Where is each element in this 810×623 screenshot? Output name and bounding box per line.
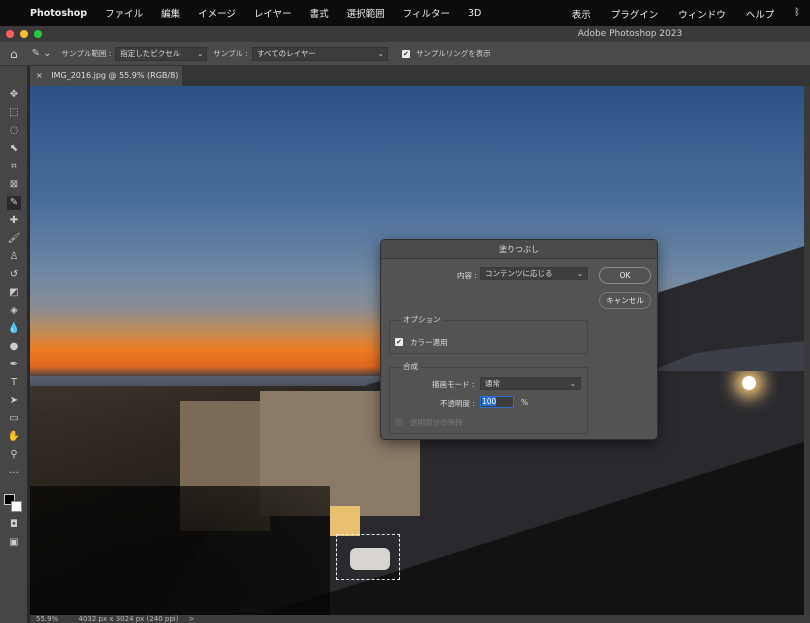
screen-mode-icon[interactable]: ▣ [7, 536, 21, 550]
menu-filter[interactable]: フィルター [403, 6, 450, 20]
chevron-down-icon: ⌄ [569, 379, 576, 388]
sample-range-label: サンプル範囲 : [61, 49, 112, 58]
status-menu-arrow[interactable]: > [189, 615, 195, 623]
contents-select[interactable]: コンテンツに応じる ⌄ [480, 267, 588, 280]
show-ring-checkbox[interactable]: ✔ [401, 49, 410, 58]
menu-select[interactable]: 選択範囲 [347, 6, 385, 20]
city-lights [742, 376, 756, 390]
options-group-label: オプション [401, 314, 443, 325]
zoom-tool-icon[interactable]: ⚲ [7, 448, 21, 462]
blur-tool-icon[interactable]: 💧 [7, 322, 21, 336]
path-selection-tool-icon[interactable]: ➤ [7, 394, 21, 408]
crop-tool-icon[interactable]: ⌗ [7, 160, 21, 174]
document-dimensions: 4032 px x 3024 px (240 ppi) [78, 615, 179, 623]
chevron-down-icon: ⌄ [377, 48, 384, 58]
menu-layer[interactable]: レイヤー [254, 6, 292, 20]
brush-tool-icon[interactable]: 🖌 [7, 232, 21, 246]
sample-range-value: 指定したピクセル [120, 48, 181, 58]
eyedropper-tool-icon[interactable]: ✎ [7, 196, 21, 210]
window-titlebar: Adobe Photoshop 2023 [0, 26, 810, 42]
zoom-level[interactable]: 55.9% [36, 615, 58, 623]
menu-window[interactable]: ウィンドウ [678, 7, 726, 21]
marquee-tool-icon[interactable]: ⬚ [7, 106, 21, 120]
selected-car [350, 548, 390, 570]
menu-image[interactable]: イメージ [198, 6, 236, 20]
options-bar: ⌂ ✎ ⌄ サンプル範囲 : 指定したピクセル ⌄ サンプル : すべてのレイヤー… [0, 42, 810, 66]
eraser-tool-icon[interactable]: ◩ [7, 286, 21, 300]
lit-window [330, 506, 360, 536]
mode-label: 描画モード : [432, 380, 475, 389]
fill-dialog: 塗りつぶし 内容 : コンテンツに応じる ⌄ OK キャンセル オプション ✔ カ… [380, 239, 658, 440]
stamp-tool-icon[interactable]: ♙ [7, 250, 21, 264]
close-window-button[interactable] [6, 30, 14, 38]
rectangle-tool-icon[interactable]: ▭ [7, 412, 21, 426]
preserve-transparency-label: 透明部分の保持 [410, 418, 463, 427]
menu-type[interactable]: 書式 [310, 6, 329, 20]
pen-tool-icon[interactable]: ✒ [7, 358, 21, 372]
dodge-tool-icon[interactable]: ● [7, 340, 21, 354]
opacity-value: 100 [482, 397, 497, 406]
document-tab[interactable]: × IMG_2016.jpg @ 55.9% (RGB/8) * [30, 66, 182, 100]
frame-tool-icon[interactable]: ⊠ [7, 178, 21, 192]
object-selection-tool-icon[interactable]: ⬉ [7, 142, 21, 156]
quick-mask-icon[interactable]: ◘ [7, 518, 21, 532]
opacity-label: 不透明度 : [440, 399, 475, 408]
hand-tool-icon[interactable]: ✋ [7, 430, 21, 444]
eyedropper-tool-preset-icon[interactable]: ✎ ⌄ [32, 48, 52, 59]
mode-value: 通常 [485, 379, 500, 388]
menu-app[interactable]: Photoshop [30, 8, 87, 19]
opacity-input[interactable]: 100 [480, 396, 514, 408]
dialog-title: 塗りつぶし [381, 240, 657, 259]
menu-plugins[interactable]: プラグイン [611, 7, 659, 21]
contents-label: 内容 : [457, 271, 477, 280]
close-tab-icon[interactable]: × [36, 71, 43, 80]
sample-range-select[interactable]: 指定したピクセル ⌄ [115, 46, 208, 61]
history-brush-tool-icon[interactable]: ↺ [7, 268, 21, 282]
contents-value: コンテンツに応じる [485, 269, 553, 278]
background-color-swatch[interactable] [11, 501, 22, 512]
type-tool-icon[interactable]: T [7, 376, 21, 390]
window-title: Adobe Photoshop 2023 [577, 29, 683, 39]
sample-value: すべてのレイヤー [256, 48, 316, 58]
menu-edit[interactable]: 編集 [161, 6, 180, 20]
menu-view[interactable]: 表示 [572, 7, 591, 21]
opacity-unit: % [521, 398, 529, 407]
chevron-down-icon: ⌄ [196, 48, 204, 58]
minimize-window-button[interactable] [20, 30, 28, 38]
more-tools-icon[interactable]: … [7, 464, 21, 478]
ok-button[interactable]: OK [599, 267, 651, 284]
color-adapt-checkbox[interactable]: ✔ [395, 338, 403, 346]
lasso-tool-icon[interactable]: ◌ [7, 124, 21, 138]
cancel-button[interactable]: キャンセル [599, 292, 651, 309]
panel-edge [804, 86, 810, 623]
healing-brush-tool-icon[interactable]: ✚ [7, 214, 21, 228]
palm-trees [30, 486, 330, 615]
menu-bar: Photoshop ファイル 編集 イメージ レイヤー 書式 選択範囲 フィルタ… [0, 0, 810, 26]
bluetooth-icon[interactable]: ᛒ [794, 7, 800, 21]
menu-3d[interactable]: 3D [468, 8, 481, 19]
chevron-down-icon: ⌄ [576, 269, 583, 278]
sample-select[interactable]: すべてのレイヤー ⌄ [251, 46, 388, 61]
menu-help[interactable]: ヘルプ [746, 7, 775, 21]
show-ring-label: サンプルリングを表示 [415, 49, 491, 58]
blend-group-label: 合成 [401, 361, 420, 372]
zoom-window-button[interactable] [34, 30, 42, 38]
paint-bucket-tool-icon[interactable]: ◈ [7, 304, 21, 318]
menu-file[interactable]: ファイル [105, 6, 143, 20]
tools-panel: ✥ ⬚ ◌ ⬉ ⌗ ⊠ ✎ ✚ 🖌 ♙ ↺ ◩ ◈ 💧 ● ✒ T ➤ ▭ ✋ … [0, 66, 28, 623]
status-bar: 55.9% 4032 px x 3024 px (240 ppi) > [30, 615, 810, 623]
document-tabs: × IMG_2016.jpg @ 55.9% (RGB/8) * [30, 66, 810, 100]
color-adapt-label: カラー適用 [410, 338, 448, 347]
move-tool-icon[interactable]: ✥ [7, 88, 21, 102]
preserve-transparency-checkbox[interactable] [395, 418, 403, 426]
home-icon[interactable]: ⌂ [10, 47, 18, 61]
mode-select[interactable]: 通常 ⌄ [480, 377, 581, 390]
sample-label: サンプル : [213, 49, 248, 58]
